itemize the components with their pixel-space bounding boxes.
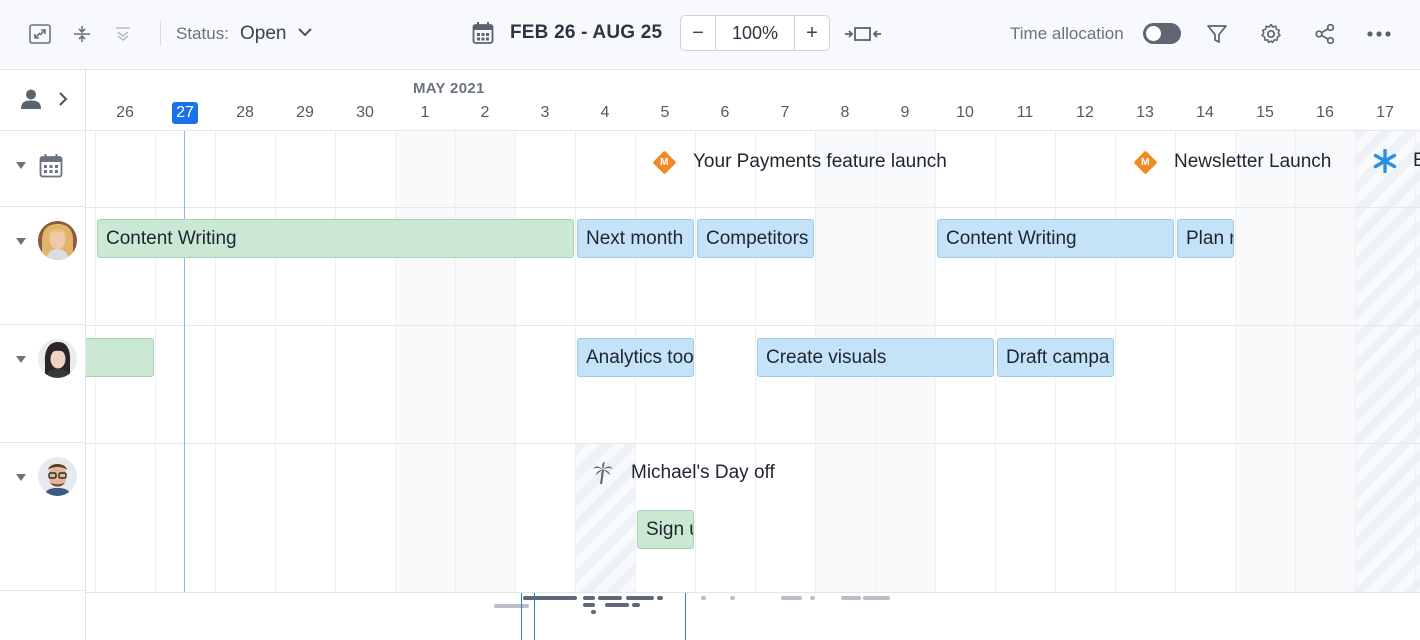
- task-bar[interactable]: Analytics too: [577, 338, 694, 377]
- timeline-area[interactable]: MAY 2021 26 27 28 29 30 1 2 3 4 5 6 7 8 …: [86, 70, 1420, 592]
- day-label: 11: [1016, 104, 1034, 121]
- time-off-label: Michael's Day off: [631, 462, 775, 483]
- day-label: 30: [356, 104, 374, 121]
- day-label: 14: [1196, 104, 1214, 121]
- minimap[interactable]: [86, 592, 1420, 640]
- task-bar[interactable]: [86, 338, 154, 377]
- time-allocation-label: Time allocation: [1010, 24, 1124, 43]
- day-label: 10: [956, 104, 974, 121]
- collapse-caret-icon[interactable]: [16, 238, 26, 245]
- filter-icon[interactable]: [1202, 19, 1232, 49]
- expand-rows-icon[interactable]: [108, 19, 138, 49]
- day-label: 3: [540, 104, 550, 121]
- avatar[interactable]: [38, 457, 77, 496]
- avatar[interactable]: [38, 221, 77, 260]
- day-label: 4: [600, 104, 610, 121]
- minimap-viewport[interactable]: [521, 593, 686, 640]
- fit-to-screen-icon[interactable]: [843, 24, 883, 49]
- toolbar-divider: [160, 21, 161, 46]
- user-icon[interactable]: [20, 88, 42, 115]
- collapse-caret-icon[interactable]: [16, 162, 26, 169]
- task-bar[interactable]: Next month: [577, 219, 694, 258]
- time-off[interactable]: Michael's Day off: [591, 461, 775, 485]
- collapse-rows-icon[interactable]: [67, 19, 97, 49]
- zoom-in-button[interactable]: +: [795, 16, 829, 50]
- day-label: 7: [780, 104, 790, 121]
- zoom-out-button[interactable]: −: [681, 16, 715, 50]
- day-label: 12: [1076, 104, 1094, 121]
- day-label: 29: [296, 104, 314, 121]
- user-row-header: [0, 325, 86, 443]
- calendar-icon: [39, 153, 63, 183]
- resource-column: [0, 70, 86, 640]
- day-label: 9: [900, 104, 910, 121]
- milestone[interactable]: M Newsletter Launch: [1133, 149, 1332, 175]
- user-row-header: [0, 443, 86, 591]
- event[interactable]: E: [1373, 149, 1420, 173]
- day-label: 2: [480, 104, 490, 121]
- calendar-icon[interactable]: [472, 21, 494, 50]
- day-label: 28: [236, 104, 254, 121]
- task-bar[interactable]: Sign u: [637, 510, 694, 549]
- collapse-caret-icon[interactable]: [16, 356, 26, 363]
- timeline-grid: [86, 131, 1420, 592]
- task-bar[interactable]: Content Writing: [97, 219, 574, 258]
- zoom-control: − 100% +: [680, 15, 830, 51]
- minimap-today-marker: [534, 593, 535, 640]
- share-icon[interactable]: [1310, 19, 1340, 49]
- avatar[interactable]: [38, 339, 77, 378]
- today-marker: [184, 131, 185, 592]
- status-dropdown[interactable]: Open: [240, 23, 286, 45]
- settings-icon[interactable]: [1256, 19, 1286, 49]
- user-row-header: [0, 207, 86, 325]
- day-label: 26: [116, 104, 134, 121]
- milestone-icon: M: [1133, 149, 1158, 175]
- collapse-caret-icon[interactable]: [16, 474, 26, 481]
- task-bar[interactable]: Competitors: [697, 219, 814, 258]
- non-working-hatch: [1355, 131, 1420, 592]
- more-icon[interactable]: [1364, 19, 1394, 49]
- task-bar[interactable]: Content Writing: [937, 219, 1174, 258]
- task-bar[interactable]: Draft campa: [997, 338, 1114, 377]
- toolbar: Status: Open FEB 26 - AUG 25 − 100% + Ti…: [0, 0, 1420, 70]
- milestones-row-header: [0, 131, 86, 207]
- chevron-right-icon[interactable]: [57, 91, 69, 112]
- milestone-icon: M: [652, 149, 677, 175]
- time-allocation-toggle[interactable]: [1143, 23, 1181, 44]
- fullscreen-icon[interactable]: [25, 19, 55, 49]
- day-label: 17: [1376, 104, 1394, 121]
- day-label: 6: [720, 104, 730, 121]
- milestone-label: Your Payments feature launch: [693, 151, 947, 172]
- day-label: 5: [660, 104, 670, 121]
- date-header: MAY 2021 26 27 28 29 30 1 2 3 4 5 6 7 8 …: [86, 70, 1420, 131]
- event-label: E: [1413, 150, 1420, 171]
- day-label: 13: [1136, 104, 1154, 121]
- status-label: Status:: [176, 24, 229, 43]
- task-bar[interactable]: Create visuals: [757, 338, 994, 377]
- palm-tree-icon: [591, 461, 615, 485]
- milestone-label: Newsletter Launch: [1174, 151, 1332, 172]
- chevron-down-icon[interactable]: [297, 25, 313, 43]
- zoom-level[interactable]: 100%: [715, 16, 795, 50]
- month-label: MAY 2021: [413, 80, 485, 97]
- resource-header: [0, 70, 86, 131]
- day-label: 8: [840, 104, 850, 121]
- task-bar[interactable]: Plan r: [1177, 219, 1234, 258]
- asterisk-icon: [1373, 149, 1397, 173]
- day-label: 15: [1256, 104, 1274, 121]
- milestone[interactable]: M Your Payments feature launch: [652, 149, 947, 175]
- day-label-today: 27: [155, 102, 215, 124]
- date-range[interactable]: FEB 26 - AUG 25: [510, 22, 662, 44]
- day-label: 1: [420, 104, 430, 121]
- day-label: 16: [1316, 104, 1334, 121]
